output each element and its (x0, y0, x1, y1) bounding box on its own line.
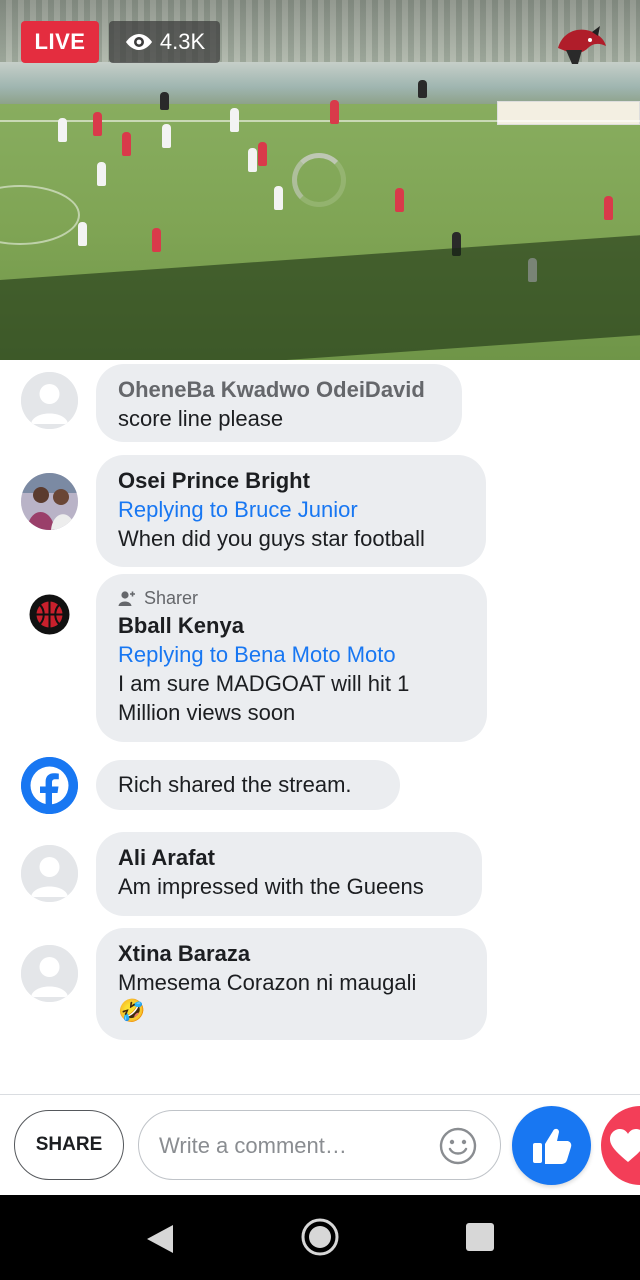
sharer-tag: Sharer (118, 585, 465, 611)
default-avatar[interactable] (21, 845, 78, 902)
sharer-person-icon (118, 591, 135, 606)
eye-icon (125, 34, 152, 50)
home-icon[interactable] (300, 1217, 340, 1257)
comment-bubble[interactable]: Sharer Bball Kenya Replying to Bena Moto… (96, 574, 487, 742)
player (152, 228, 161, 252)
player (93, 112, 102, 136)
comment-text: Mmesema Corazon ni maugali (118, 970, 417, 995)
reply-to-link[interactable]: Replying to Bena Moto Moto (118, 640, 465, 669)
emoji-icon[interactable] (438, 1126, 478, 1166)
player (230, 108, 239, 132)
player (258, 142, 267, 166)
comment-text: Am impressed with the Gueens (118, 874, 424, 899)
comment-author[interactable]: OheneBa Kwadwo OdeiDavid (118, 375, 440, 404)
love-reaction-button[interactable] (601, 1106, 640, 1185)
player (78, 222, 87, 246)
share-event-text: Rich shared the stream. (118, 772, 352, 797)
facebook-logo-icon (21, 757, 78, 814)
loading-spinner-icon (292, 153, 346, 207)
basketball-icon (21, 586, 78, 643)
player (330, 100, 339, 124)
reply-to-link[interactable]: Replying to Bruce Junior (118, 495, 464, 524)
system-navigation-bar (0, 1195, 640, 1280)
comment-author[interactable]: Bball Kenya (118, 611, 465, 640)
heart-icon (609, 1128, 640, 1162)
basketball-logo-avatar[interactable] (21, 586, 78, 643)
share-event-bubble: Rich shared the stream. (96, 760, 400, 810)
player (604, 196, 613, 220)
comment-author[interactable]: Xtina Baraza (118, 939, 465, 968)
comment-bubble[interactable]: Osei Prince Bright Replying to Bruce Jun… (96, 455, 486, 567)
running-track (0, 62, 640, 104)
recent-apps-icon[interactable] (466, 1223, 494, 1251)
comments-list[interactable]: OheneBa Kwadwo OdeiDavid score line plea… (0, 360, 640, 1094)
live-badge: LIVE (21, 21, 99, 63)
channel-logo-icon (558, 26, 606, 64)
share-button[interactable]: SHARE (14, 1110, 124, 1180)
comment-author[interactable]: Ali Arafat (118, 843, 460, 872)
person-icon (21, 845, 78, 902)
profile-photo-icon (21, 473, 78, 530)
thumbs-up-icon (532, 1128, 571, 1164)
comment-text-line-2: Million views soon (118, 700, 296, 725)
comment-text: score line please (118, 406, 284, 431)
player (418, 80, 427, 98)
comment-input[interactable] (159, 1129, 429, 1163)
player (395, 188, 404, 212)
like-reaction-button[interactable] (512, 1106, 591, 1185)
comment-bubble[interactable]: Ali Arafat Am impressed with the Gueens (96, 832, 482, 916)
comment-author[interactable]: Osei Prince Bright (118, 466, 464, 495)
player (274, 186, 283, 210)
viewer-count: 4.3K (159, 29, 206, 54)
person-icon (21, 945, 78, 1002)
comment-bubble[interactable]: OheneBa Kwadwo OdeiDavid score line plea… (96, 364, 462, 442)
comment-text: When did you guys star football (118, 526, 425, 551)
back-icon[interactable] (143, 1222, 177, 1256)
comment-text-line-1: I am sure MADGOAT will hit 1 (118, 671, 410, 696)
player (97, 162, 106, 186)
player (160, 92, 169, 110)
player (162, 124, 171, 148)
player (248, 148, 257, 172)
comment-bubble[interactable]: Xtina Baraza Mmesema Corazon ni maugali … (96, 928, 487, 1040)
person-icon (21, 372, 78, 429)
sharer-label: Sharer (144, 588, 199, 608)
facebook-icon (21, 757, 78, 814)
default-avatar[interactable] (21, 945, 78, 1002)
player (58, 118, 67, 142)
viewer-count-badge: 4.3K (109, 21, 220, 63)
video-player[interactable]: LIVE 4.3K (0, 0, 640, 360)
live-stream-screen: LIVE 4.3K OheneBa Kwadwo OdeiDavid score… (0, 0, 640, 1280)
player (122, 132, 131, 156)
photo-avatar[interactable] (21, 473, 78, 530)
default-avatar[interactable] (21, 372, 78, 429)
bottom-divider (0, 1094, 640, 1095)
comment-field[interactable] (138, 1110, 501, 1180)
laughing-emoji: 🤣 (118, 998, 146, 1023)
